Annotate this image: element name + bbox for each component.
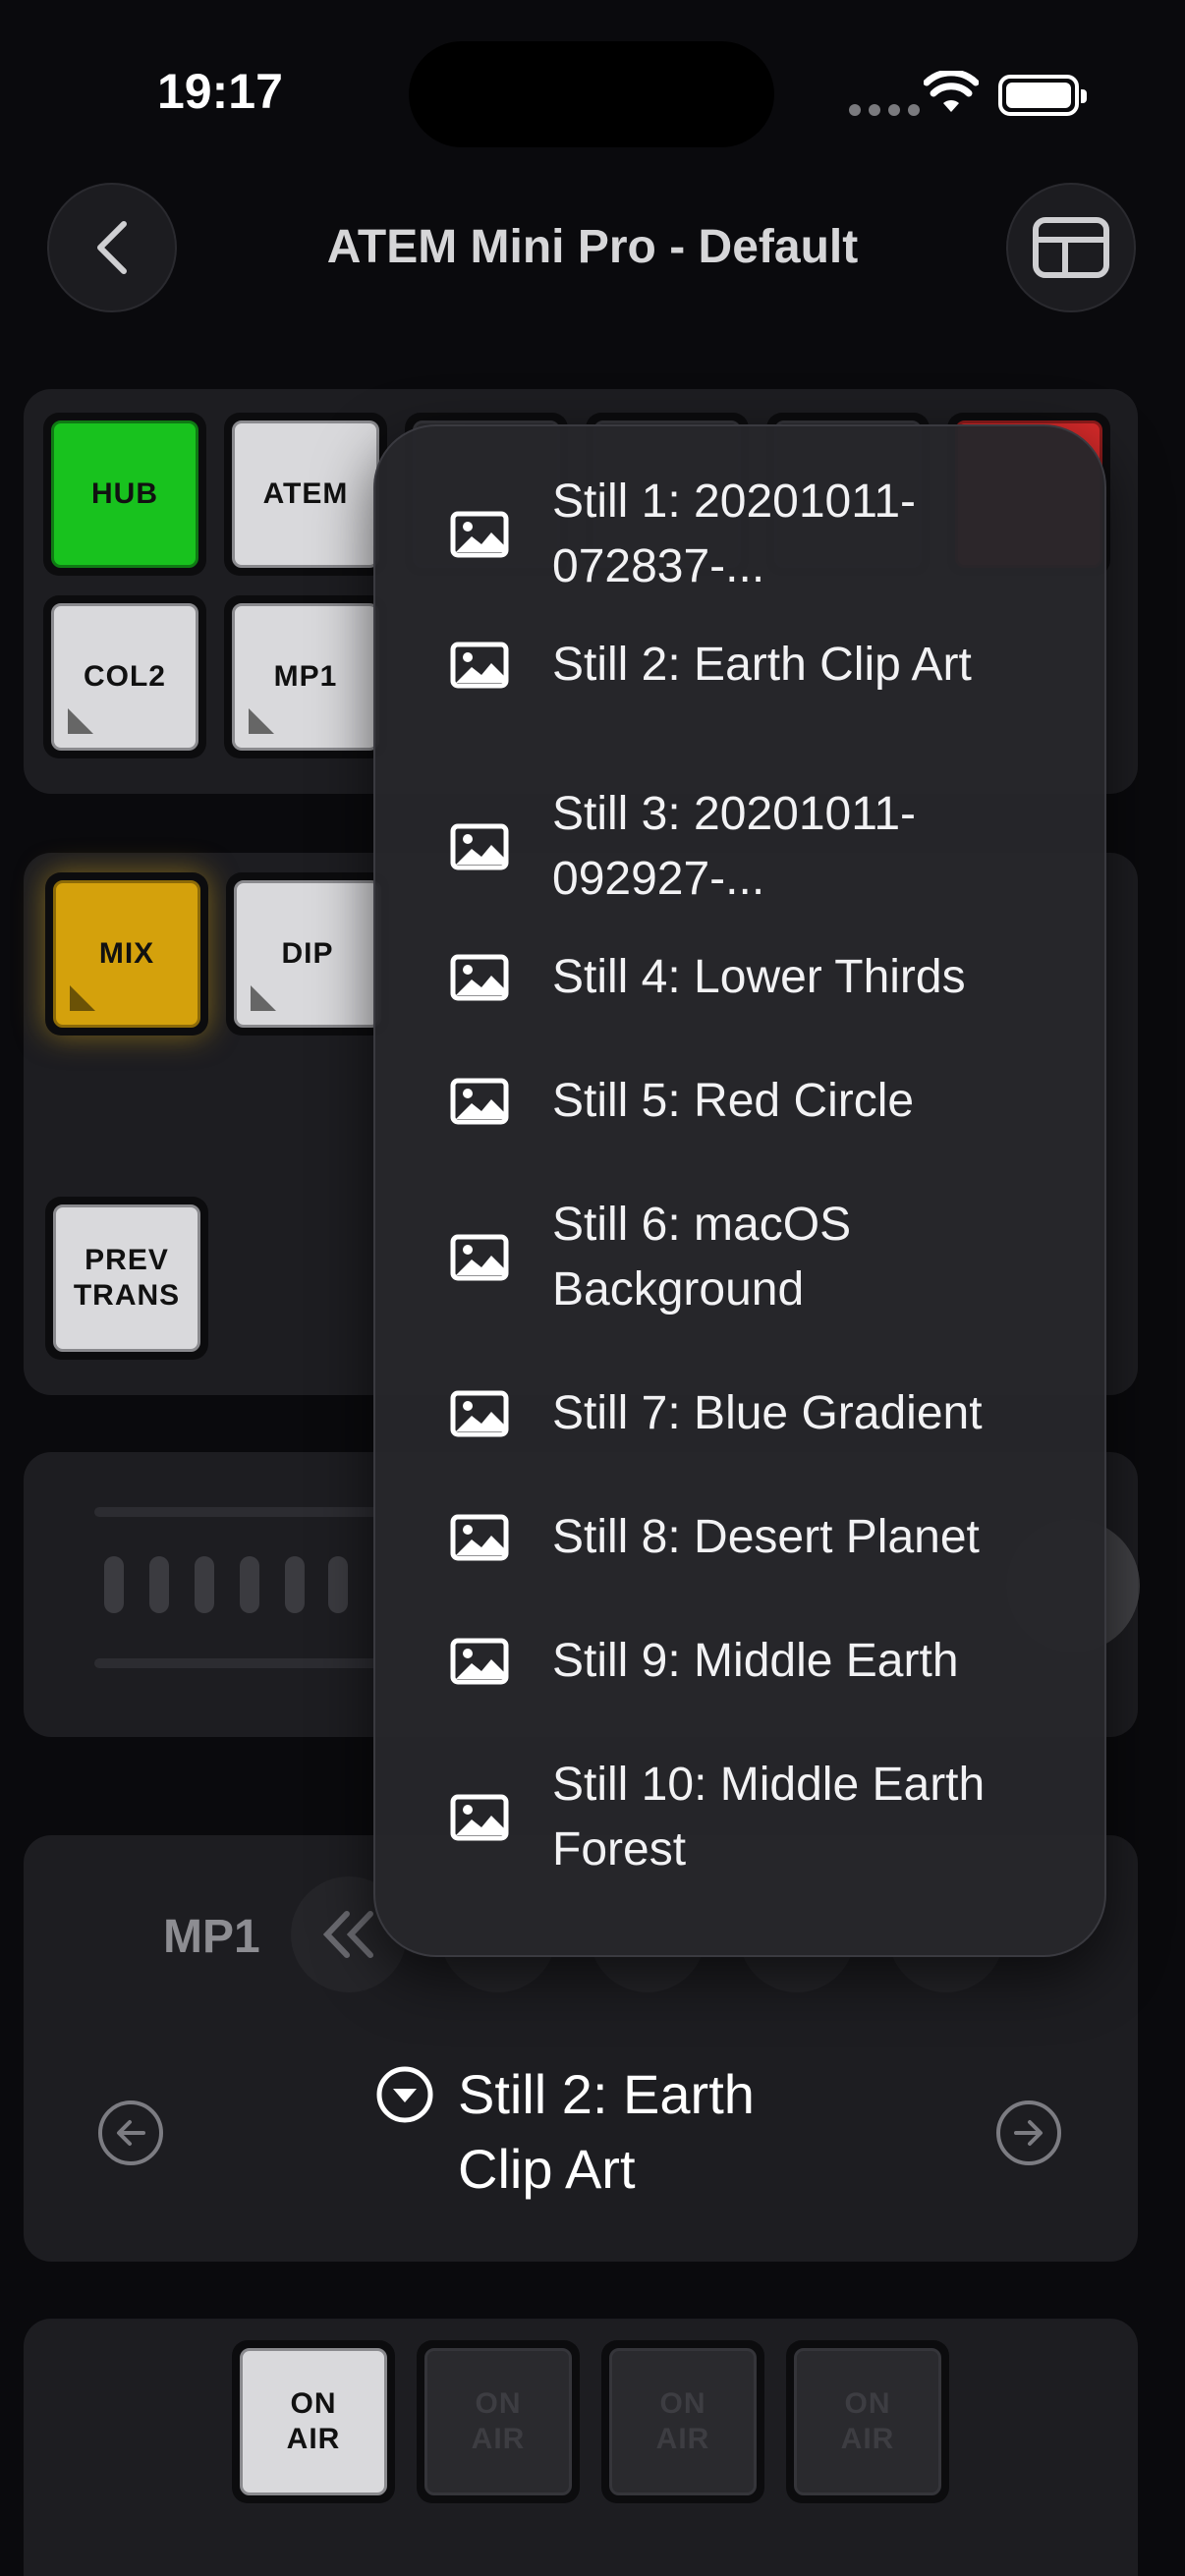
battery-icon [998,75,1087,116]
source-col2-button[interactable]: COL2 [43,595,206,758]
menu-item-still-3[interactable]: Still 3: 20201011-092927-... [375,782,1104,912]
image-icon [450,1234,509,1281]
menu-item-still-2[interactable]: Still 2: Earth Clip Art [375,633,1104,698]
source-mp1-button[interactable]: MP1 [224,595,387,758]
on-air-button[interactable]: ON AIR [601,2340,764,2503]
menu-item-still-1[interactable]: Still 1: 20201011-072837-... [375,470,1104,599]
tbar-grip[interactable] [104,1556,124,1613]
menu-item-still-7[interactable]: Still 7: Blue Gradient [375,1381,1104,1446]
status-time: 19:17 [157,64,283,119]
image-icon [450,1078,509,1125]
chevron-down-circle-icon [376,2066,433,2123]
tbar-grip[interactable] [285,1556,305,1613]
menu-item-still-5[interactable]: Still 5: Red Circle [375,1069,1104,1134]
tbar-grip[interactable] [240,1556,259,1613]
page-title: ATEM Mini Pro - Default [326,221,859,273]
source-hub-button[interactable]: HUB [43,413,206,576]
tbar-grip[interactable] [195,1556,214,1613]
image-icon [450,1638,509,1685]
image-icon [450,954,509,1001]
still-selector[interactable]: Still 2: Earth Clip Art [375,2057,812,2206]
image-icon [450,642,509,689]
prev-trans-button[interactable]: PREV TRANS [45,1197,208,1360]
image-icon [450,1390,509,1437]
menu-item-still-8[interactable]: Still 8: Desert Planet [375,1505,1104,1570]
menu-item-still-6[interactable]: Still 6: macOS Background [375,1193,1104,1322]
on-air-panel [24,2319,1138,2576]
double-chevron-left-icon [322,1911,373,1958]
wifi-icon [924,71,979,112]
previous-still-button[interactable] [98,2100,163,2165]
menu-item-still-10[interactable]: Still 10: Middle Earth Forest [375,1753,1104,1882]
tbar-grip[interactable] [328,1556,348,1613]
selected-still-label: Still 2: Earth Clip Art [458,2063,755,2200]
arrow-right-icon [1014,2120,1043,2146]
signal-icon [849,104,920,116]
next-still-button[interactable] [996,2100,1061,2165]
mix-button[interactable]: MIX [45,872,208,1036]
on-air-button[interactable]: ON AIR [786,2340,949,2503]
image-icon [450,823,509,870]
dynamic-island [409,41,774,147]
layout-icon [1033,217,1109,278]
on-air-button[interactable]: ON AIR [417,2340,580,2503]
image-icon [450,511,509,558]
image-icon [450,1514,509,1561]
chevron-left-icon [97,221,127,274]
source-atem-button[interactable]: ATEM [224,413,387,576]
arrow-left-icon [117,2120,145,2146]
stills-menu: Still 1: 20201011-072837-... Still 2: Ea… [373,424,1106,1957]
back-button[interactable] [47,183,177,312]
layout-button[interactable] [1006,183,1136,312]
media-player-label: MP1 [163,1911,260,1963]
menu-item-still-9[interactable]: Still 9: Middle Earth [375,1629,1104,1694]
menu-item-still-4[interactable]: Still 4: Lower Thirds [375,945,1104,1010]
dip-button[interactable]: DIP [226,872,389,1036]
tbar-grip[interactable] [149,1556,169,1613]
on-air-button[interactable]: ON AIR [232,2340,395,2503]
image-icon [450,1794,509,1841]
